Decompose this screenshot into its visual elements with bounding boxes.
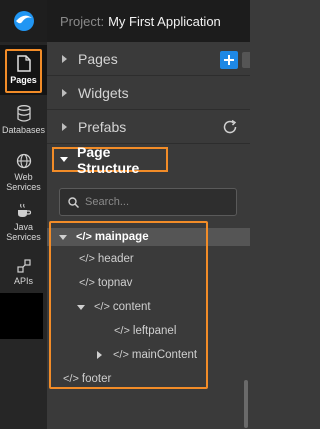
page-structure-tree: </> mainpage </> header </> topnav </> c… — [47, 221, 250, 428]
database-icon — [16, 105, 31, 122]
project-prefix: Project: — [60, 13, 105, 29]
search-icon — [68, 196, 79, 208]
tree-node-maincontent[interactable]: </> mainContent — [97, 346, 197, 364]
highlight-box — [5, 49, 42, 93]
tree-node-header[interactable]: </> header — [79, 250, 134, 268]
tree-node-label: content — [112, 301, 151, 313]
panel-scrollbar[interactable] — [244, 380, 248, 428]
section-prefabs-label: Prefabs — [78, 118, 127, 135]
left-rail: Pages Databases Web Services Java Servic… — [0, 0, 47, 429]
rail-web-label-1: Web — [14, 171, 33, 182]
page-panel: Pages Widgets Prefabs Page Structure Sea… — [47, 42, 250, 429]
code-icon: </> — [79, 253, 95, 265]
expand-arrow-icon — [62, 122, 67, 131]
code-icon: </> — [63, 373, 79, 385]
tree-node-mainpage[interactable]: </> mainpage — [59, 228, 149, 246]
section-pages[interactable]: Pages — [47, 42, 250, 76]
rail-java-services[interactable]: Java Services — [0, 200, 47, 244]
tree-node-label: mainContent — [131, 349, 198, 361]
globe-icon — [16, 153, 31, 168]
search-input[interactable] — [85, 196, 225, 208]
rail-empty-area — [0, 293, 43, 339]
rail-web-label-2: Services — [6, 181, 41, 192]
project-header: Project: My First Application — [47, 0, 250, 42]
collapse-arrow-icon — [59, 234, 67, 240]
section-prefabs[interactable]: Prefabs — [47, 110, 250, 144]
rail-apis-label: APIs — [13, 275, 33, 286]
app-logo[interactable] — [0, 0, 47, 42]
tree-node-label: mainpage — [94, 231, 149, 243]
code-icon: </> — [114, 325, 130, 337]
tree-node-label: topnav — [97, 277, 133, 289]
wavemaker-logo-icon — [13, 11, 34, 31]
collapse-panel-tab[interactable] — [242, 52, 250, 68]
rail-java-label-2: Services — [6, 231, 41, 242]
section-widgets-label: Widgets — [78, 84, 129, 101]
collapse-arrow-icon — [60, 157, 68, 162]
section-widgets[interactable]: Widgets — [47, 76, 250, 110]
structure-search[interactable] — [59, 188, 237, 216]
tree-node-leftpanel[interactable]: </> leftpanel — [114, 322, 176, 340]
tree-node-topnav[interactable]: </> topnav — [79, 274, 132, 292]
code-icon: </> — [79, 277, 95, 289]
code-icon: </> — [94, 301, 110, 313]
section-page-structure-label: Page Structure — [77, 143, 140, 176]
expand-arrow-icon — [97, 351, 102, 359]
expand-arrow-icon — [62, 54, 67, 63]
tree-node-content[interactable]: </> content — [77, 298, 151, 316]
tree-node-label: header — [97, 253, 134, 265]
rail-java-label-1: Java — [13, 221, 33, 232]
tree-node-footer[interactable]: </> footer — [63, 370, 111, 388]
code-icon: </> — [76, 231, 92, 243]
tree-node-label: footer — [81, 373, 112, 385]
section-pages-label: Pages — [78, 50, 118, 67]
rail-web-services[interactable]: Web Services — [0, 150, 47, 194]
code-icon: </> — [113, 349, 129, 361]
section-page-structure[interactable]: Page Structure — [52, 144, 168, 176]
expand-arrow-icon — [62, 88, 67, 97]
rail-pages[interactable]: Pages — [0, 45, 47, 95]
plus-icon — [224, 55, 234, 65]
refresh-icon[interactable] — [222, 119, 238, 135]
rail-databases[interactable]: Databases — [0, 100, 47, 140]
tree-node-label: leftpanel — [132, 325, 177, 337]
coffee-cup-icon — [17, 203, 31, 217]
collapse-arrow-icon — [77, 304, 85, 310]
rail-apis[interactable]: APIs — [0, 254, 47, 290]
project-name: My First Application — [108, 13, 221, 29]
rail-databases-label: Databases — [1, 125, 46, 135]
add-page-button[interactable] — [220, 51, 238, 69]
api-icon — [16, 258, 31, 273]
